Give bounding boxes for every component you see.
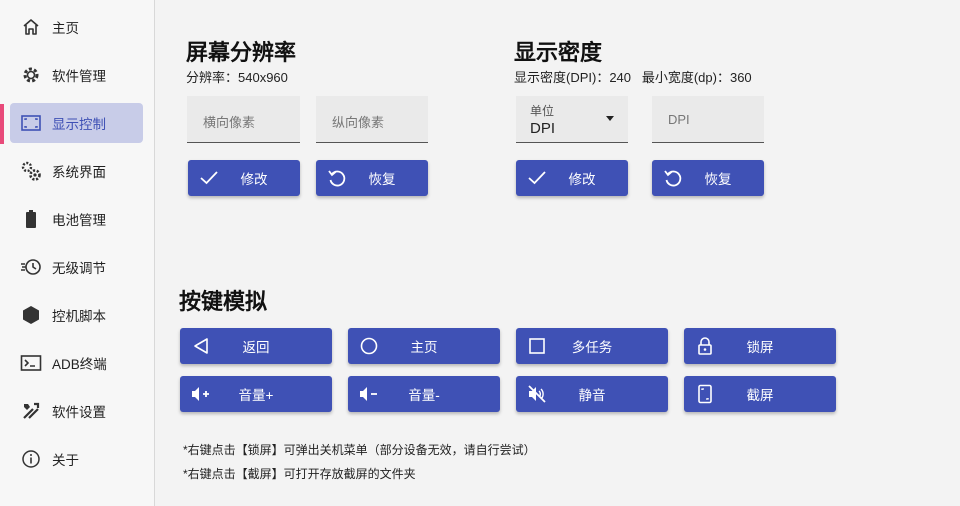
undo-icon — [662, 167, 684, 189]
mute-icon — [526, 383, 548, 405]
apply-label: 修改 — [240, 172, 268, 187]
unit-select[interactable]: 单位 DPI — [516, 96, 628, 143]
keys-title: 按键模拟 — [179, 289, 268, 314]
lock-hint-note: *右键点击【锁屏】可弹出关机菜单（部分设备无效，请自行尝试） — [183, 443, 536, 457]
key-label: 主页 — [410, 340, 438, 355]
recents-key-button[interactable]: 多任务 — [516, 328, 668, 364]
hexagon-icon — [20, 304, 42, 326]
density-title: 显示密度 — [514, 40, 603, 65]
sidebar-item-label: 软件设置 — [52, 405, 106, 420]
sidebar-item-display[interactable]: 显示控制 — [10, 103, 143, 143]
apply-label: 修改 — [568, 172, 596, 187]
sidebar-item-adb[interactable]: ADB终端 — [10, 343, 143, 383]
sidebar-item-apps[interactable]: 软件管理 — [10, 55, 143, 95]
lock-icon — [694, 335, 716, 357]
sidebar-item-label: 控机脚本 — [52, 309, 106, 324]
back-key-button[interactable]: 返回 — [180, 328, 332, 364]
tools-icon — [20, 400, 42, 422]
sidebar-item-scripts[interactable]: 控机脚本 — [10, 295, 143, 335]
key-label: 音量+ — [238, 388, 274, 403]
active-indicator — [0, 104, 4, 144]
battery-icon — [20, 208, 42, 230]
main-content: 屏幕分辨率 分辨率：540x960 横向像素 纵向像素 修改 恢复 显示密度 显… — [156, 0, 960, 506]
key-label: 锁屏 — [746, 340, 774, 355]
resolution-reset-button[interactable]: 恢复 — [316, 160, 428, 196]
screenshot-button[interactable]: 截屏 — [684, 376, 836, 412]
check-icon — [198, 167, 220, 189]
undo-icon — [326, 167, 348, 189]
key-label: 截屏 — [746, 388, 774, 403]
height-input[interactable]: 纵向像素 — [316, 96, 428, 143]
sidebar-item-label: 无级调节 — [52, 261, 106, 276]
sidebar-item-label: 系统界面 — [52, 165, 106, 180]
sidebar-item-label: ADB终端 — [52, 357, 107, 372]
key-label: 音量- — [408, 388, 440, 403]
reset-label: 恢复 — [704, 172, 732, 187]
height-placeholder: 纵向像素 — [332, 115, 385, 130]
density-reset-button[interactable]: 恢复 — [652, 160, 764, 196]
mute-button[interactable]: 静音 — [516, 376, 668, 412]
unit-select-label: 单位 — [530, 104, 555, 118]
sidebar-item-label: 电池管理 — [52, 213, 106, 228]
screenshot-icon — [694, 383, 716, 405]
key-label: 静音 — [578, 388, 606, 403]
volume-up-button[interactable]: 音量+ — [180, 376, 332, 412]
width-input[interactable]: 横向像素 — [187, 96, 300, 143]
home-icon — [20, 16, 42, 38]
home-circle-icon — [358, 335, 380, 357]
chevron-down-icon — [606, 116, 614, 121]
reset-label: 恢复 — [368, 172, 396, 187]
volume-down-button[interactable]: 音量- — [348, 376, 500, 412]
recents-square-icon — [526, 335, 548, 357]
sidebar-item-system-ui[interactable]: 系统界面 — [10, 151, 143, 191]
check-icon — [526, 167, 548, 189]
sidebar-item-label: 关于 — [52, 453, 79, 468]
unit-select-value: DPI — [530, 120, 556, 137]
sidebar-item-home[interactable]: 主页 — [10, 7, 143, 47]
home-key-button[interactable]: 主页 — [348, 328, 500, 364]
screenshot-hint-note: *右键点击【截屏】可打开存放截屏的文件夹 — [183, 467, 416, 481]
sidebar-item-label: 显示控制 — [52, 117, 106, 132]
gears-icon — [20, 160, 42, 182]
sidebar-item-label: 主页 — [52, 21, 79, 36]
key-label: 多任务 — [571, 340, 613, 355]
sidebar-item-label: 软件管理 — [52, 69, 106, 84]
sidebar: 主页 软件管理 显示控制 系统界面 电池管理 无级调节 控机脚本 ADB终端 软… — [0, 0, 155, 506]
volume-up-icon — [190, 383, 212, 405]
dpi-input[interactable]: DPI — [652, 96, 764, 143]
lock-key-button[interactable]: 锁屏 — [684, 328, 836, 364]
resolution-title: 屏幕分辨率 — [186, 40, 297, 65]
sidebar-item-settings[interactable]: 软件设置 — [10, 391, 143, 431]
sidebar-item-battery[interactable]: 电池管理 — [10, 199, 143, 239]
density-subtitle: 显示密度(DPI)：240 最小宽度(dp)：360 — [514, 70, 752, 85]
sidebar-item-about[interactable]: 关于 — [10, 439, 143, 479]
key-label: 返回 — [242, 340, 270, 355]
terminal-icon — [20, 352, 42, 374]
gear-icon — [20, 64, 42, 86]
back-triangle-icon — [190, 335, 212, 357]
dpi-placeholder: DPI — [668, 112, 690, 127]
volume-down-icon — [358, 383, 380, 405]
resolution-apply-button[interactable]: 修改 — [188, 160, 300, 196]
sidebar-item-stepless[interactable]: 无级调节 — [10, 247, 143, 287]
info-icon — [20, 448, 42, 470]
screen-icon — [20, 112, 42, 134]
width-placeholder: 横向像素 — [203, 115, 256, 130]
timer-icon — [20, 256, 42, 278]
resolution-subtitle: 分辨率：540x960 — [186, 70, 288, 85]
density-apply-button[interactable]: 修改 — [516, 160, 628, 196]
